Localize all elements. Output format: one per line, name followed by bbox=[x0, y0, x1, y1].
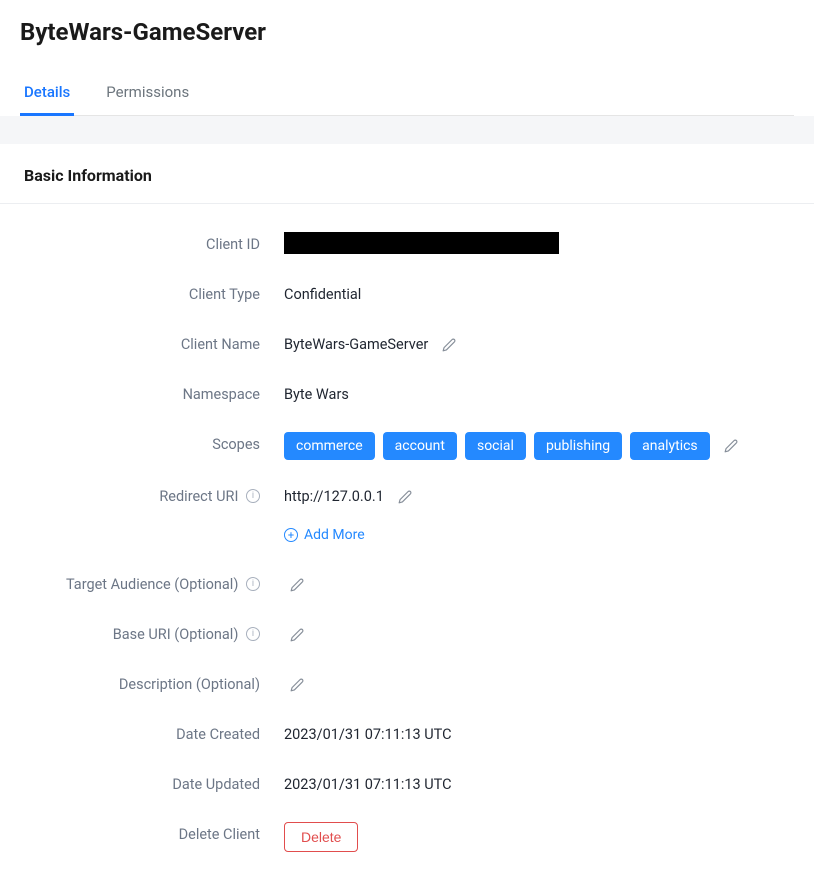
page-title: ByteWars-GameServer bbox=[20, 18, 794, 46]
redirect-uri-value: http://127.0.0.1 bbox=[284, 484, 384, 510]
base-uri-label: Base URI (Optional) i bbox=[24, 622, 284, 648]
info-icon[interactable]: i bbox=[246, 489, 260, 503]
scope-tag-account: account bbox=[383, 432, 457, 460]
client-name-label: Client Name bbox=[24, 332, 284, 358]
basic-information-card: Basic Information Client ID Client Type … bbox=[0, 144, 814, 896]
scope-tag-commerce: commerce bbox=[284, 432, 375, 460]
target-audience-label: Target Audience (Optional) i bbox=[24, 572, 284, 598]
info-icon[interactable]: i bbox=[246, 627, 260, 641]
client-id-label: Client ID bbox=[24, 232, 284, 258]
date-created-value: 2023/01/31 07:11:13 UTC bbox=[284, 722, 452, 748]
namespace-label: Namespace bbox=[24, 382, 284, 408]
scope-tag-social: social bbox=[465, 432, 526, 460]
delete-button[interactable]: Delete bbox=[284, 822, 358, 852]
client-type-value: Confidential bbox=[284, 282, 361, 308]
namespace-value: Byte Wars bbox=[284, 382, 349, 408]
edit-client-name-icon[interactable] bbox=[436, 332, 462, 358]
date-updated-value: 2023/01/31 07:11:13 UTC bbox=[284, 772, 452, 798]
client-id-value-redacted bbox=[284, 232, 559, 254]
edit-base-uri-icon[interactable] bbox=[284, 622, 310, 648]
card-title: Basic Information bbox=[24, 166, 790, 185]
tab-details[interactable]: Details bbox=[20, 71, 74, 116]
description-label: Description (Optional) bbox=[24, 672, 284, 698]
scope-tag-publishing: publishing bbox=[534, 432, 622, 460]
redirect-uri-label: Redirect URI i bbox=[24, 484, 284, 510]
date-updated-label: Date Updated bbox=[24, 772, 284, 798]
tab-permissions[interactable]: Permissions bbox=[102, 71, 193, 116]
client-name-value: ByteWars-GameServer bbox=[284, 332, 428, 358]
scope-tag-analytics: analytics bbox=[630, 432, 710, 460]
edit-redirect-uri-icon[interactable] bbox=[392, 484, 418, 510]
info-icon[interactable]: i bbox=[246, 577, 260, 591]
date-created-label: Date Created bbox=[24, 722, 284, 748]
edit-scopes-icon[interactable] bbox=[718, 433, 744, 459]
edit-description-icon[interactable] bbox=[284, 672, 310, 698]
add-more-redirect-uri-link[interactable]: + Add More bbox=[284, 522, 365, 548]
edit-target-audience-icon[interactable] bbox=[284, 572, 310, 598]
plus-circle-icon: + bbox=[284, 528, 298, 542]
tabs: Details Permissions bbox=[20, 70, 794, 116]
delete-client-label: Delete Client bbox=[24, 822, 284, 848]
client-type-label: Client Type bbox=[24, 282, 284, 308]
scopes-label: Scopes bbox=[24, 432, 284, 458]
